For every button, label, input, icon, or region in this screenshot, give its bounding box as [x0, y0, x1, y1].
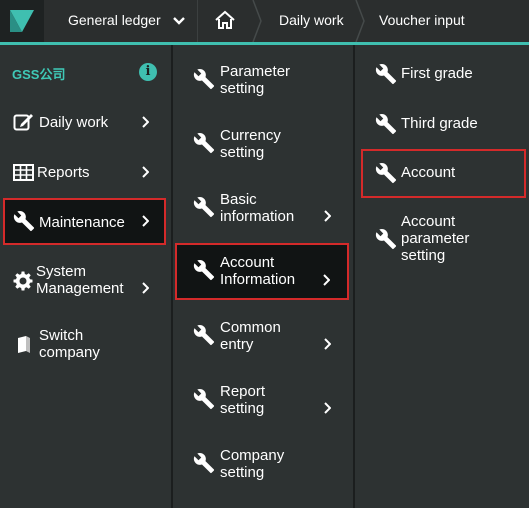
submenu-item-label: Report [220, 383, 266, 400]
submenu-item-label: setting [220, 144, 265, 161]
submenu-item-label: setting [220, 400, 265, 417]
wrench-icon [193, 68, 215, 90]
breadcrumb-separator-icon [252, 0, 262, 42]
table-icon [13, 164, 34, 181]
sidebar-item-label: Daily work [39, 114, 109, 131]
chevron-right-icon [324, 210, 331, 222]
submenu-item-label: entry [220, 336, 254, 353]
chevron-right-icon [142, 116, 149, 128]
module-selector[interactable]: General ledger [68, 0, 185, 42]
submenu-item-label: setting [220, 80, 265, 97]
highlight-box [175, 243, 349, 300]
book-icon [18, 336, 30, 353]
subsubmenu-item-account-parameter-setting[interactable]: Account parameter setting [355, 212, 529, 268]
sidebar-item-daily-work[interactable]: Daily work [0, 103, 171, 141]
submenu-item-basic-information[interactable]: Basic information [173, 190, 353, 230]
subsubmenu-item-first-grade[interactable]: First grade [355, 60, 529, 88]
chevron-right-icon [142, 166, 149, 178]
app-logo[interactable] [0, 0, 44, 42]
wrench-icon [375, 228, 397, 250]
info-icon[interactable]: i [139, 63, 157, 81]
wrench-icon [193, 196, 215, 218]
sidebar-item-label: System [36, 263, 87, 280]
gear-icon [13, 271, 33, 291]
sidebar-item-label: company [39, 344, 100, 361]
submenu-item-report-setting[interactable]: Report setting [173, 382, 353, 422]
submenu-item-label: Basic [220, 191, 257, 208]
highlight-box [3, 198, 166, 245]
sidebar-item-label: Reports [37, 164, 90, 181]
subsubmenu-item-label: First grade [401, 65, 473, 82]
chevron-right-icon [324, 338, 331, 350]
wrench-icon [193, 452, 215, 474]
chevron-right-icon [142, 282, 149, 294]
subsubmenu-item-label: Third grade [401, 115, 478, 132]
subsubmenu-item-label: parameter [401, 230, 470, 247]
submenu-item-common-entry[interactable]: Common entry [173, 318, 353, 358]
submenu-item-company-setting[interactable]: Company setting [173, 446, 353, 486]
submenu-item-label: Common [220, 319, 281, 336]
submenu-item-currency-setting[interactable]: Currency setting [173, 126, 353, 166]
edit-icon [13, 114, 33, 131]
wrench-icon [193, 132, 215, 154]
wrench-icon [375, 63, 397, 85]
wrench-icon [193, 388, 215, 410]
home-icon [215, 10, 235, 29]
submenu-item-label: setting [220, 464, 265, 481]
submenu-item-parameter-setting[interactable]: Parameter setting [173, 62, 353, 102]
breadcrumb-separator-icon [355, 0, 365, 42]
submenu-item-label: Company [220, 447, 285, 464]
home-button[interactable] [214, 0, 236, 42]
sidebar-item-switch-company[interactable]: Switch company [0, 325, 171, 365]
chevron-down-icon [172, 17, 185, 25]
subsubmenu-item-label: Account [401, 213, 456, 230]
top-bar: General ledger Daily work Voucher input [0, 0, 529, 45]
submenu-item-label: Parameter [220, 63, 291, 80]
highlight-box [361, 149, 526, 198]
module-selector-label: General ledger [68, 12, 161, 28]
sidebar-item-reports[interactable]: Reports [0, 153, 171, 191]
wrench-icon [193, 324, 215, 346]
subsubmenu-item-third-grade[interactable]: Third grade [355, 110, 529, 138]
breadcrumb-voucher-input[interactable]: Voucher input [379, 0, 465, 42]
company-name: GSS公司 [12, 67, 66, 82]
breadcrumb-daily-work[interactable]: Daily work [279, 0, 344, 42]
submenu-item-label: Currency [220, 127, 281, 144]
sidebar-item-label: Management [36, 280, 124, 297]
submenu-item-label: information [220, 208, 295, 225]
chevron-right-icon [324, 402, 331, 414]
sidebar-item-label: Switch [39, 327, 84, 344]
sidebar-item-system-management[interactable]: System Management [0, 261, 171, 301]
subsubmenu-item-label: setting [401, 247, 446, 264]
wrench-icon [375, 113, 397, 135]
